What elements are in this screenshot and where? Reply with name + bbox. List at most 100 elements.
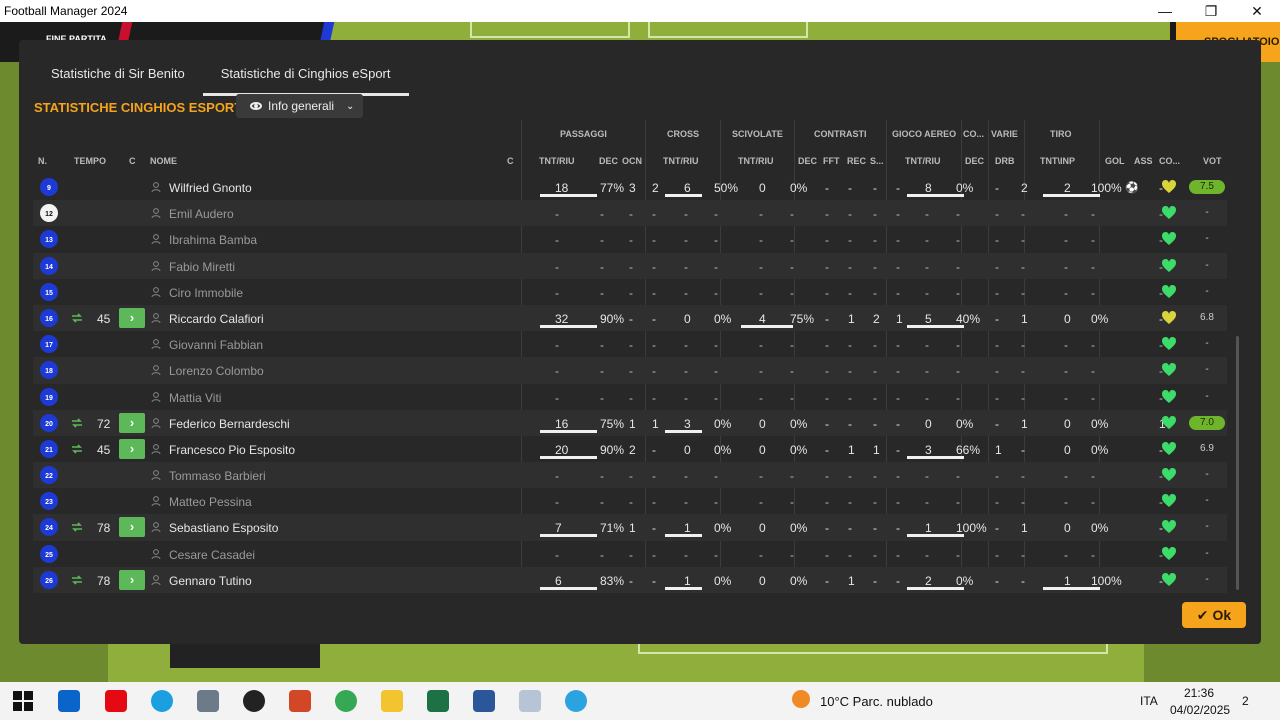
player-details-button[interactable]: › (119, 307, 145, 328)
file-explorer-icon[interactable] (381, 690, 403, 712)
stat-ct_dec: - (825, 207, 829, 222)
col-contrasti-s[interactable]: S... (870, 156, 884, 166)
weather-icon[interactable] (792, 690, 810, 708)
language-indicator[interactable]: ITA (1140, 694, 1158, 708)
col-pass-tnt[interactable]: TNT/RIU (539, 156, 575, 166)
player-details-button[interactable]: › (119, 438, 145, 459)
player-name[interactable]: Ibrahima Bamba (169, 233, 257, 247)
edge-icon[interactable] (151, 690, 173, 712)
stat-a_r: - (956, 338, 960, 353)
player-name[interactable]: Fabio Miretti (169, 260, 235, 274)
table-row[interactable]: 23 Matteo Pessina - - - - - - - - - - - - - - - - - - - - (33, 488, 1227, 514)
player-name[interactable]: Ciro Immobile (169, 286, 243, 300)
col-drb[interactable]: DRB (995, 156, 1015, 166)
col-co2[interactable]: CO... (1159, 156, 1180, 166)
col-pass-dec[interactable]: DEC (599, 156, 618, 166)
calculator-icon[interactable] (197, 690, 219, 712)
windows-start-icon[interactable] (12, 690, 34, 712)
table-row[interactable]: 21 45 › Francesco Pio Esposito 20 90% 2 - 0 0% 0 0%… (33, 436, 1227, 462)
player-details-button[interactable]: › (119, 517, 145, 538)
col-scivolate-tnt[interactable]: TNT/RIU (738, 156, 774, 166)
table-row[interactable]: 16 45 › Riccardo Calafiori 32 90% - -0 0% 4 75% -1 2… (33, 304, 1227, 332)
table-row[interactable]: 14 Fabio Miretti - - - - - - - - - - - - - - - - - - - - (33, 252, 1227, 279)
clock-date[interactable]: 04/02/2025 (1170, 703, 1230, 717)
player-name[interactable]: Giovanni Fabbian (169, 338, 263, 352)
col-c[interactable]: C (129, 156, 136, 166)
table-row[interactable]: 12 Emil Audero - - - - - - - - - - - - - - - - - - - - (33, 200, 1227, 227)
col-n[interactable]: N. (38, 156, 47, 166)
shirt-number-icon: 17 (40, 335, 58, 354)
table-row[interactable]: 24 78 › Sebastiano Esposito 7 71% 1 - 1 0% 0 0% - - - -… (33, 514, 1227, 541)
player-name[interactable]: Francesco Pio Esposito (169, 443, 295, 457)
clock-time[interactable]: 21:36 (1184, 686, 1214, 700)
close-button[interactable]: ✕ (1234, 3, 1280, 20)
player-name[interactable]: Gennaro Tutino (169, 574, 252, 588)
notification-count[interactable]: 2 (1242, 694, 1249, 708)
col-contrasti-dec[interactable]: DEC (798, 156, 817, 166)
player-name[interactable]: Sebastiano Esposito (169, 521, 278, 535)
chrome-icon[interactable] (335, 690, 357, 712)
col-gol[interactable]: GOL (1105, 156, 1125, 166)
col-vot[interactable]: VOT (1203, 156, 1222, 166)
player-details-button[interactable]: › (119, 412, 145, 433)
col-tempo[interactable]: TEMPO (74, 156, 106, 166)
tab-cinghios-esport[interactable]: Statistiche di Cinghios eSport (202, 58, 409, 96)
netflix-icon[interactable] (105, 690, 127, 712)
col-cross-tnt[interactable]: TNT/RIU (663, 156, 699, 166)
powerpoint-icon[interactable] (289, 690, 311, 712)
table-row[interactable]: 22 Tommaso Barbieri - - - - - - - - - - - - - - - - - - - - (33, 462, 1227, 489)
paint-icon[interactable] (519, 690, 541, 712)
minimize-button[interactable]: — (1142, 3, 1188, 19)
col-contrasti-fft[interactable]: FFT (823, 156, 840, 166)
col-pass-ocn[interactable]: OCN (622, 156, 642, 166)
stat-co_dec: - (995, 469, 999, 484)
table-row[interactable]: 18 Lorenzo Colombo - - - - - - - - - - - - - - - - - - - - (33, 357, 1227, 384)
weather-text[interactable]: 10°C Parc. nublado (820, 694, 933, 709)
table-row[interactable]: 25 Cesare Casadei - - - - - - - - - - - - - - - - - - - - (33, 541, 1227, 567)
player-details-button[interactable]: › (119, 569, 145, 590)
player-name[interactable]: Federico Bernardeschi (169, 417, 290, 431)
stat-p_t: - (555, 259, 559, 274)
table-row[interactable]: 19 Mattia Viti - - - - - - - - - - - - - - - - - - - - (33, 384, 1227, 410)
col-contrasti-rec[interactable]: REC (847, 156, 866, 166)
maximize-button[interactable]: ❐ (1188, 3, 1234, 20)
player-name[interactable]: Mattia Viti (169, 391, 221, 405)
player-name[interactable]: Tommaso Barbieri (169, 469, 266, 483)
outlook-icon[interactable] (58, 690, 80, 712)
table-row[interactable]: 13 Ibrahima Bamba - - - - - - - - - - - - - - - - - - - - (33, 226, 1227, 252)
table-row[interactable]: 26 78 › Gennaro Tutino 6 83% - -1 0% 0 0% -1- -2 0% - -… (33, 566, 1227, 593)
ok-button[interactable]: ✔ Ok (1182, 602, 1246, 628)
tab-sir-benito[interactable]: Statistiche di Sir Benito (33, 58, 203, 96)
player-name[interactable]: Wilfried Gnonto (169, 181, 252, 195)
word-icon[interactable] (473, 690, 495, 712)
col-c2[interactable]: C (507, 156, 514, 166)
col-ass[interactable]: ASS (1134, 156, 1153, 166)
person-icon (151, 391, 161, 402)
table-row[interactable]: 15 Ciro Immobile - - - - - - - - - - - - - - - - - - - - (33, 279, 1227, 305)
excel-icon[interactable] (427, 690, 449, 712)
telegram-icon[interactable] (565, 690, 587, 712)
person-icon (151, 470, 161, 481)
player-name[interactable]: Riccardo Calafiori (169, 312, 264, 326)
col-co-dec[interactable]: DEC (965, 156, 984, 166)
stat-ti_t: - (1064, 469, 1068, 484)
stat-ti_r: 100% (1091, 573, 1122, 588)
col-aereo-tnt[interactable]: TNT/RIU (905, 156, 941, 166)
player-name[interactable]: Lorenzo Colombo (169, 364, 264, 378)
stat-cr_r: - (714, 547, 718, 562)
table-row[interactable]: 20 72 › Federico Bernardeschi 16 75% 1 1 3 0% 0 0% -… (33, 409, 1227, 436)
player-name[interactable]: Cesare Casadei (169, 548, 255, 562)
col-nome[interactable]: NOME (150, 156, 177, 166)
player-name[interactable]: Emil Audero (169, 207, 234, 221)
stat-ct_dec: - (825, 233, 829, 248)
football-manager-icon[interactable] (243, 690, 265, 712)
stat-drb: - (1021, 285, 1025, 300)
col-tiro[interactable]: TNT\INP (1040, 156, 1075, 166)
table-row[interactable]: 17 Giovanni Fabbian - - - - - - - - - - - - - - - - - - - - (33, 331, 1227, 357)
player-name[interactable]: Matteo Pessina (169, 495, 252, 509)
scrollbar[interactable] (1236, 336, 1239, 590)
stat-p_ocn: - (652, 521, 656, 536)
table-row[interactable]: 9 Wilfried Gnonto 18 77% 3 2 6 50% 0 0% - - - - 8 0% - 2 2… (33, 174, 1227, 200)
view-dropdown[interactable]: Info generali ⌄ (236, 94, 363, 118)
stat-bar (540, 586, 597, 590)
